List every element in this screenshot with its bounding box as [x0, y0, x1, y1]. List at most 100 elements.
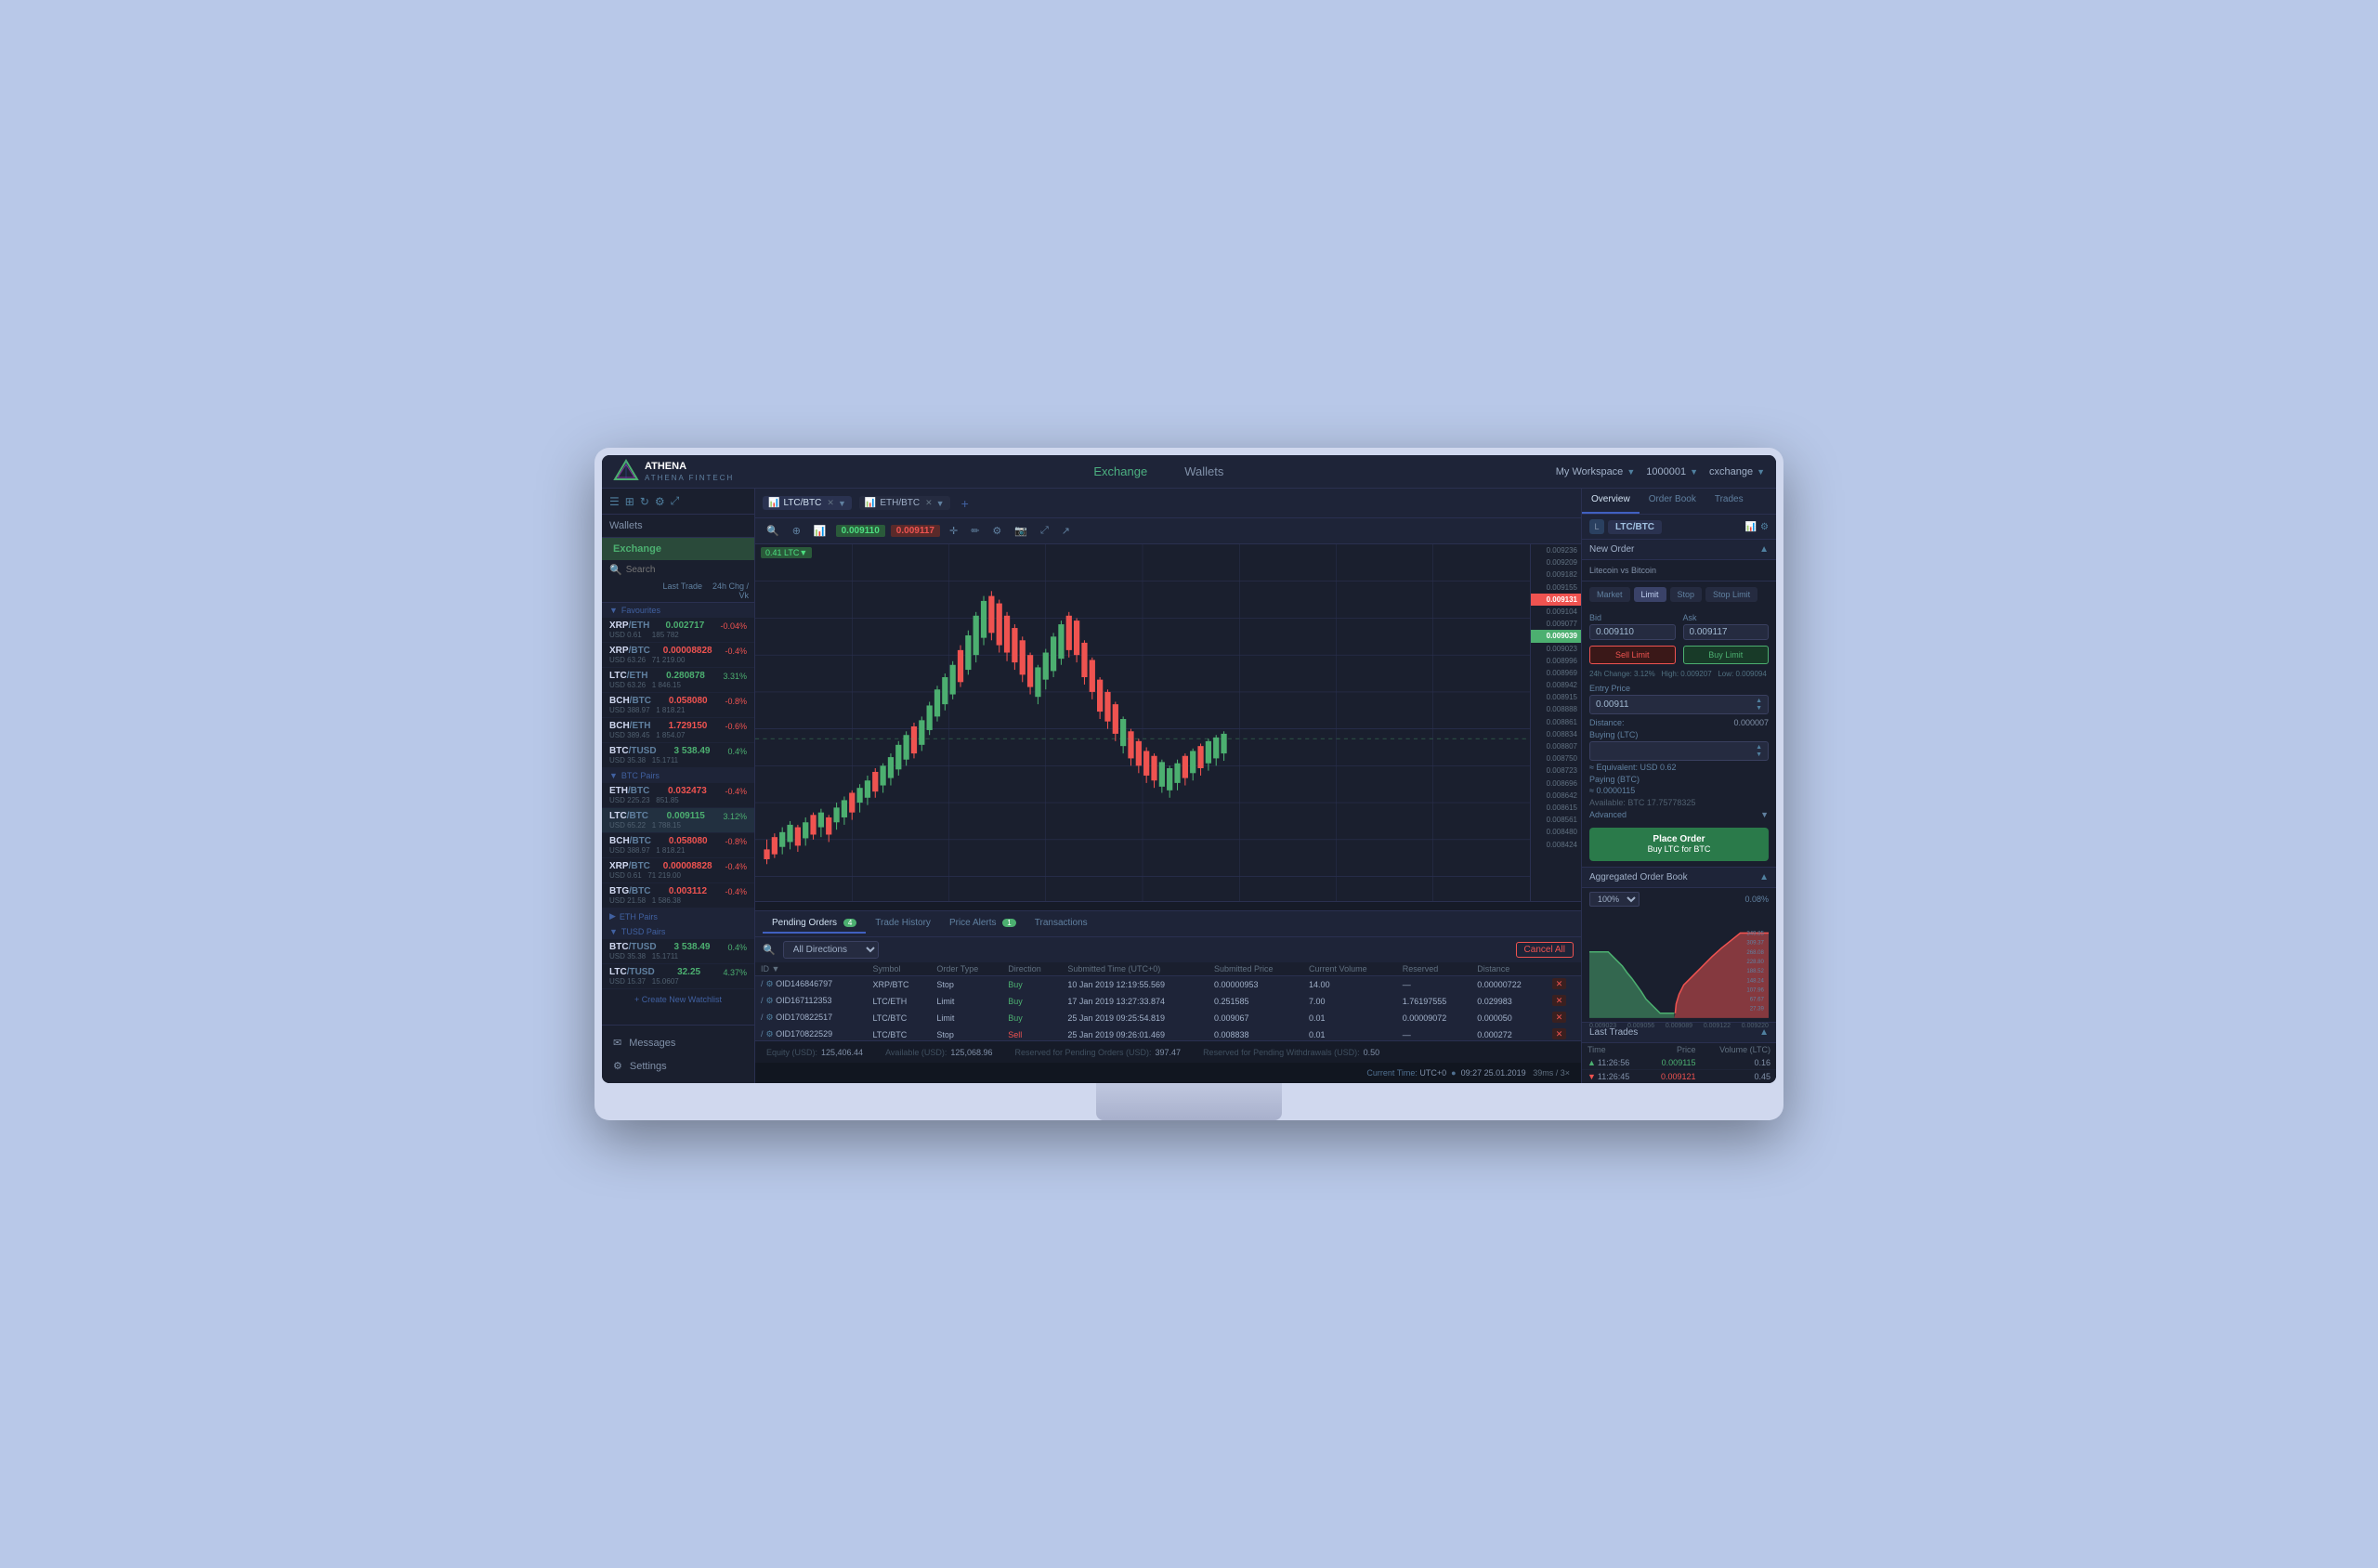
col-time: Submitted Time (UTC+0) — [1062, 962, 1209, 976]
ask-input[interactable] — [1690, 627, 1763, 637]
increment-icon[interactable]: ▲ — [1756, 744, 1762, 751]
direction-filter[interactable]: All Directions — [783, 941, 879, 959]
screenshot-icon[interactable]: 📷 — [1011, 523, 1031, 539]
popout-icon[interactable]: ↗ — [1058, 523, 1074, 539]
tab-price-alerts[interactable]: Price Alerts 1 — [940, 914, 1026, 934]
list-item[interactable]: LTC/BTC 0.009115 3.12% USD 65.22 1 788.1… — [602, 808, 754, 833]
tab-order-book[interactable]: Order Book — [1640, 489, 1705, 514]
list-item[interactable]: LTC/ETH 0.280878 3.31% USD 63.26 1 846.1… — [602, 668, 754, 693]
edit-icon[interactable]: ⚙ — [766, 979, 774, 988]
tab-trades[interactable]: Trades — [1705, 489, 1753, 514]
section-favourites[interactable]: ▼ Favourites — [602, 603, 754, 618]
list-item[interactable]: ETH/BTC 0.032473 -0.4% USD 225.23 851.85 — [602, 783, 754, 808]
chart-tab-ltcbtc[interactable]: 📊 LTC/BTC ✕ ▼ — [763, 496, 852, 510]
delete-order-button[interactable]: ✕ — [1552, 978, 1567, 989]
order-type-limit[interactable]: Limit — [1634, 587, 1666, 602]
svg-text:349.85: 349.85 — [1746, 930, 1764, 936]
sidebar-exchange[interactable]: Exchange — [602, 538, 754, 560]
order-type-stop-limit[interactable]: Stop Limit — [1705, 587, 1757, 602]
top-bar: ATHENA ATHENA FINTECH Exchange Wallets M… — [602, 455, 1776, 489]
tab-transactions[interactable]: Transactions — [1026, 914, 1097, 934]
tab-trade-history[interactable]: Trade History — [866, 914, 940, 934]
buying-input[interactable] — [1596, 746, 1752, 756]
list-item[interactable]: BCH/BTC 0.058080 -0.8% USD 388.97 1 818.… — [602, 693, 754, 718]
delete-order-button[interactable]: ✕ — [1552, 1028, 1567, 1039]
decrement-icon[interactable]: ▼ — [1756, 705, 1762, 712]
nav-center: Exchange Wallets — [762, 461, 1556, 482]
delete-order-button[interactable]: ✕ — [1552, 1012, 1567, 1023]
chart-area-wrap: 0.41 LTC▼ — [755, 544, 1581, 910]
account-selector[interactable]: 1000001 ▼ — [1646, 466, 1698, 477]
nav-wallets[interactable]: Wallets — [1177, 461, 1231, 482]
draw-icon[interactable]: ✏ — [967, 523, 983, 539]
list-item[interactable]: BCH/ETH 1.729150 -0.6% USD 389.45 1 854.… — [602, 718, 754, 743]
chart-tab-ethbtc[interactable]: 📊 ETH/BTC ✕ ▼ — [859, 496, 950, 510]
create-watchlist[interactable]: + Create New Watchlist — [602, 989, 754, 1010]
list-item[interactable]: BTC/TUSD 3 538.49 0.4% USD 35.38 15.1711 — [602, 939, 754, 964]
grid-icon[interactable]: ⊞ — [625, 495, 634, 508]
main-layout: ☰ ⊞ ↻ ⚙ ⤢ Wallets Exchange 🔍 — [602, 489, 1776, 1083]
sidebar-search[interactable]: 🔍 — [602, 560, 754, 580]
bid-price-badge: 0.009110 — [836, 525, 885, 537]
chart-type-icon[interactable]: ⊕ — [789, 523, 804, 539]
list-item[interactable]: XRP/BTC 0.00008828 -0.4% USD 63.26 71 21… — [602, 643, 754, 668]
section-tusd-pairs[interactable]: ▼ TUSD Pairs — [602, 924, 754, 939]
pair-display[interactable]: LTC/BTC — [1608, 520, 1662, 534]
crosshair-icon[interactable]: ✛ — [946, 523, 961, 539]
close-icon[interactable]: ✕ — [827, 498, 834, 508]
order-book-header[interactable]: Aggregated Order Book ▲ — [1582, 868, 1776, 888]
exchange-selector[interactable]: cxchange ▼ — [1709, 466, 1765, 477]
fullscreen-icon[interactable]: ⤢ — [1037, 523, 1052, 539]
sidebar-wallets[interactable]: Wallets — [602, 515, 754, 538]
messages-nav[interactable]: ✉ Messages — [602, 1031, 754, 1054]
chart-label-ltc: 0.41 LTC▼ — [761, 548, 812, 557]
place-order-button[interactable]: Place Order Buy LTC for BTC — [1589, 828, 1769, 861]
new-order-panel: New Order ▲ Litecoin vs Bitcoin Market L… — [1582, 540, 1776, 868]
edit-icon[interactable]: ⚙ — [766, 996, 774, 1005]
refresh-icon[interactable]: ↻ — [640, 495, 649, 508]
list-item[interactable]: BTG/BTC 0.003112 -0.4% USD 21.58 1 586.3… — [602, 883, 754, 908]
list-item[interactable]: XRP/ETH 0.002717 -0.04% USD 0.61 185 782 — [602, 618, 754, 643]
section-eth-pairs[interactable]: ▶ ETH Pairs — [602, 908, 754, 924]
zoom-in-icon[interactable]: 🔍 — [763, 523, 783, 539]
settings2-icon[interactable]: ⚙ — [988, 523, 1005, 539]
list-item[interactable]: XRP/BTC 0.00008828 -0.4% USD 0.61 71 219… — [602, 858, 754, 883]
settings-icon[interactable]: ⚙ — [655, 495, 665, 508]
list-item[interactable]: LTC/TUSD 32.25 4.37% USD 15.37 15.0607 — [602, 964, 754, 989]
entry-price-input[interactable] — [1596, 699, 1752, 710]
edit-icon[interactable]: ⚙ — [766, 1013, 774, 1022]
sell-limit-button[interactable]: Sell Limit — [1589, 646, 1676, 664]
workspace-selector[interactable]: My Workspace ▼ — [1556, 466, 1635, 477]
delete-order-button[interactable]: ✕ — [1552, 995, 1567, 1006]
close-icon[interactable]: ✕ — [925, 498, 933, 508]
settings-pair-icon[interactable]: ⚙ — [1760, 522, 1769, 532]
table-row: /⚙ OID167112353 LTC/ETH Limit Buy 17 Jan… — [755, 993, 1581, 1010]
section-btc-pairs[interactable]: ▼ BTC Pairs — [602, 768, 754, 783]
new-order-header[interactable]: New Order ▲ — [1582, 540, 1776, 560]
tab-pending-orders[interactable]: Pending Orders 4 — [763, 914, 866, 934]
nav-exchange[interactable]: Exchange — [1086, 461, 1155, 482]
decrement-icon[interactable]: ▼ — [1756, 751, 1762, 758]
expand-icon[interactable]: ⤢ — [671, 494, 680, 508]
pairs-list: ▼ Favourites XRP/ETH 0.002717 -0.04% USD… — [602, 603, 754, 1025]
list-item[interactable]: BCH/BTC 0.058080 -0.8% USD 388.97 1 818.… — [602, 833, 754, 858]
search-orders-icon[interactable]: 🔍 — [763, 944, 776, 956]
list-item[interactable]: BTC/TUSD 3 538.49 0.4% USD 35.38 15.1711 — [602, 743, 754, 768]
order-type-market[interactable]: Market — [1589, 587, 1630, 602]
chart-icon[interactable]: 📊 — [1745, 522, 1757, 532]
cancel-all-button[interactable]: Cancel All — [1516, 942, 1574, 958]
menu-icon[interactable]: ☰ — [609, 495, 620, 508]
order-type-stop[interactable]: Stop — [1670, 587, 1703, 602]
search-input[interactable] — [626, 565, 747, 575]
indicator-icon[interactable]: 📊 — [810, 523, 830, 539]
buy-limit-button[interactable]: Buy Limit — [1683, 646, 1770, 664]
edit-icon[interactable]: ⚙ — [766, 1029, 774, 1039]
chart-scrollbar[interactable] — [755, 901, 1581, 910]
bid-input[interactable] — [1596, 627, 1669, 637]
increment-icon[interactable]: ▲ — [1756, 698, 1762, 704]
tab-overview[interactable]: Overview — [1582, 489, 1640, 514]
zoom-select[interactable]: 100% — [1589, 892, 1640, 907]
add-chart-tab[interactable]: + — [958, 496, 973, 511]
settings-nav[interactable]: ⚙ Settings — [602, 1054, 754, 1078]
logo-area: ATHENA ATHENA FINTECH — [613, 459, 762, 485]
